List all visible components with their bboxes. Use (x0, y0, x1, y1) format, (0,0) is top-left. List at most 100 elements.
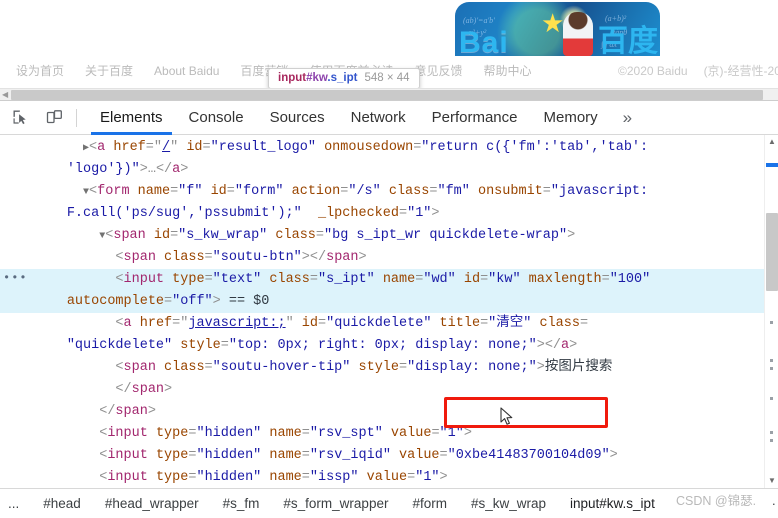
code-token: = (204, 250, 213, 265)
code-token: input (107, 470, 148, 485)
dom-node-line[interactable]: </span> (0, 401, 764, 423)
dom-node-line[interactable]: <input type="hidden" name="rsv_iqid" val… (0, 445, 764, 467)
code-token: "quickdelete" (326, 316, 432, 331)
dom-node-line[interactable]: <span class="soutu-hover-tip" style="dis… (0, 357, 764, 379)
dom-node-line[interactable]: F.call('ps/sug','pssubmit');" _lpchecked… (0, 203, 764, 225)
footer-link-feedback[interactable]: 意见反馈 (414, 64, 462, 78)
horizontal-scrollbar-thumb[interactable] (11, 90, 763, 100)
code-token: = (309, 272, 318, 287)
more-tabs-chevron-icon[interactable]: » (611, 101, 644, 135)
dom-tree-code[interactable]: ▶<a href="/" id="result_logo" onmousedow… (0, 135, 764, 488)
code-token: name (374, 272, 416, 287)
footer-link-about-baidu-cn[interactable]: 关于百度 (85, 64, 133, 78)
code-token: "f" (178, 184, 203, 199)
page-horizontal-scrollbar[interactable]: ◀ (0, 88, 778, 100)
device-toolbar-icon[interactable] (40, 105, 68, 131)
code-token: type (147, 448, 189, 463)
scroll-up-arrow-icon[interactable]: ▲ (765, 135, 778, 149)
tab-elements[interactable]: Elements (87, 101, 176, 135)
code-token: span (123, 250, 156, 265)
code-token: maxlength (520, 272, 602, 287)
breadcrumb-item-input-kw-s-ipt[interactable]: input#kw.s_ipt (558, 496, 667, 511)
scroll-left-arrow-icon[interactable]: ◀ (2, 91, 10, 99)
dom-node-line[interactable]: 'logo'})">…</a> (0, 159, 764, 181)
dom-node-line[interactable]: <input type="hidden" name="issp" value="… (0, 467, 764, 488)
inspect-element-icon[interactable] (6, 105, 34, 131)
breadcrumb-item-head[interactable]: #head (31, 496, 93, 511)
code-token: = (480, 316, 489, 331)
code-token: = (318, 316, 327, 331)
devtools-toolbar: Elements Console Sources Network Perform… (0, 101, 778, 135)
code-token: "result_logo" (210, 140, 316, 155)
code-token: href (105, 140, 146, 155)
dom-vertical-scrollbar[interactable]: ▲ ▼ (764, 135, 778, 488)
code-token: "javascript: (550, 184, 649, 199)
code-token: "0xbe41483700104d09" (447, 448, 610, 463)
code-token: = (164, 294, 173, 309)
code-token: 'logo'})" (66, 162, 140, 177)
dom-node-line[interactable]: autocomplete="off"> == $0 (0, 291, 764, 313)
code-token: = (204, 360, 213, 375)
breadcrumb-item-head-wrapper[interactable]: #head_wrapper (93, 496, 211, 511)
vertical-scrollbar-thumb[interactable] (766, 213, 778, 291)
code-token: onsubmit (469, 184, 543, 199)
dom-node-line[interactable]: <a href="javascript:;" id="quickdelete" … (0, 313, 764, 335)
code-token: action (283, 184, 341, 199)
code-token: = (220, 338, 229, 353)
code-token: " (170, 140, 179, 155)
code-token: = (145, 140, 154, 155)
tab-network[interactable]: Network (338, 101, 419, 135)
code-token: "top: 0px; right: 0px; display: none;" (228, 338, 537, 353)
dom-node-line[interactable]: ▶<a href="/" id="result_logo" onmousedow… (0, 137, 764, 159)
tooltip-tag-name: input (278, 72, 307, 84)
code-token: form (97, 184, 130, 199)
footer-link-help-center[interactable]: 帮助中心 (483, 64, 531, 78)
code-token: span (326, 250, 359, 265)
dom-node-line[interactable]: <input type="text" class="s_ipt" name="w… (0, 267, 764, 291)
code-token: "rsv_spt" (309, 426, 383, 441)
scroll-down-arrow-icon[interactable]: ▼ (765, 474, 778, 488)
code-token: </ (309, 250, 327, 265)
code-token: id (455, 272, 481, 287)
breadcrumb-item-s-kw-wrap[interactable]: #s_kw_wrap (459, 496, 558, 511)
tab-performance[interactable]: Performance (419, 101, 531, 135)
dom-node-line[interactable]: <span class="soutu-btn"></span> (0, 247, 764, 269)
code-token: span (113, 228, 146, 243)
code-token: "清空" (488, 316, 532, 331)
code-token: > (358, 250, 367, 265)
code-token: value (358, 470, 408, 485)
code-token: " (285, 316, 294, 331)
code-token: "off" (172, 294, 213, 309)
breadcrumb-item-s-form-wrapper[interactable]: #s_form_wrapper (271, 496, 400, 511)
tab-sources[interactable]: Sources (257, 101, 338, 135)
tab-memory[interactable]: Memory (531, 101, 611, 135)
footer-link-about-baidu-en[interactable]: About Baidu (154, 64, 219, 78)
code-token: < (89, 184, 98, 199)
code-token: = (301, 426, 310, 441)
breadcrumb-item-form[interactable]: #form (400, 496, 459, 511)
dom-node-line[interactable]: ▼<form name="f" id="form" action="/s" cl… (0, 181, 764, 203)
code-token: > (180, 162, 189, 177)
code-token: "soutu-hover-tip" (212, 360, 351, 375)
dom-node-line[interactable]: ▼<span id="s_kw_wrap" class="bg s_ipt_wr… (0, 225, 764, 247)
code-token: _lpchecked (301, 206, 399, 221)
footer-link-set-homepage[interactable]: 设为首页 (16, 64, 64, 78)
code-token: = (542, 184, 551, 199)
scrollbar-tick (770, 321, 773, 324)
dom-node-line[interactable]: </span> (0, 379, 764, 401)
code-token: </ (115, 382, 132, 397)
code-token: class (380, 184, 430, 199)
breadcrumb-item-s-fm[interactable]: #s_fm (211, 496, 272, 511)
code-token: > (569, 338, 578, 353)
tab-console[interactable]: Console (176, 101, 257, 135)
baidu-doodle-logo[interactable]: (ab)'=a'b' x²+y² (a+b)² tànθ ∫ f dx Bai … (455, 2, 660, 56)
dom-node-line[interactable]: <input type="hidden" name="rsv_spt" valu… (0, 423, 764, 445)
dom-node-line[interactable]: "quickdelete" style="top: 0px; right: 0p… (0, 335, 764, 357)
breadcrumb-item-[interactable]: ... (0, 496, 31, 511)
dom-tree-panel[interactable]: ▶<a href="/" id="result_logo" onmousedow… (0, 135, 778, 488)
